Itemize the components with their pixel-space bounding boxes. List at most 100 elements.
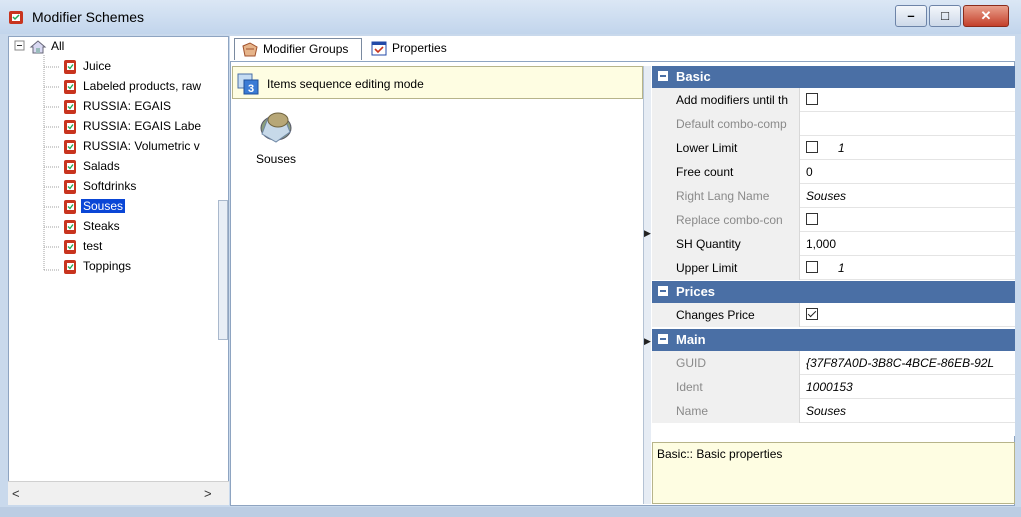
scheme-tree[interactable]: All Juice Labeled products, raw RUSSIA: EG… xyxy=(8,36,229,505)
tree-item-label: Softdrinks xyxy=(83,179,137,193)
splitter-arrow-icon[interactable]: ▶ xyxy=(644,228,651,239)
tree-item[interactable]: Souses xyxy=(59,197,227,215)
tree-item[interactable]: RUSSIA: EGAIS Labe xyxy=(59,117,227,135)
category-prices[interactable]: Prices xyxy=(652,281,1015,303)
splitter-arrow-icon[interactable]: ▶ xyxy=(644,336,651,347)
tree-item-label: Labeled products, raw xyxy=(83,79,202,93)
modifier-scheme-icon xyxy=(64,60,76,74)
property-value[interactable] xyxy=(834,88,1014,112)
property-value[interactable]: 1,000 xyxy=(802,232,1014,256)
property-name: Lower Limit xyxy=(652,136,800,160)
collapse-icon[interactable] xyxy=(658,334,668,344)
category-basic-label: Basic xyxy=(676,69,711,84)
property-value[interactable]: {37F87A0D-3B8C-4BCE-86EB-92L xyxy=(802,351,1014,375)
modifier-scheme-icon xyxy=(64,180,76,194)
category-main[interactable]: Main xyxy=(652,329,1015,351)
tree-item-label: Salads xyxy=(83,159,120,173)
tree-item[interactable]: Juice xyxy=(59,57,227,75)
property-row[interactable]: Default combo-comp xyxy=(652,112,1015,136)
property-name: Upper Limit xyxy=(652,256,800,280)
tree-item[interactable]: Steaks xyxy=(59,217,227,235)
property-grid: Basic Add modifiers until th Default comb… xyxy=(652,66,1015,436)
property-row[interactable]: Changes Price xyxy=(652,303,1015,327)
property-checkbox[interactable] xyxy=(806,308,818,320)
tree-horizontal-scrollbar[interactable]: < > xyxy=(8,481,229,505)
tab-strip: Modifier Groups Properties xyxy=(230,36,1015,62)
tab-modifier-groups[interactable]: Modifier Groups xyxy=(234,38,362,60)
property-value[interactable] xyxy=(802,112,1014,136)
property-checkbox[interactable] xyxy=(806,141,818,153)
modifier-group-item[interactable]: Souses xyxy=(248,104,308,174)
sequence-icon: 3 xyxy=(237,73,259,95)
window-title: Modifier Schemes xyxy=(32,9,145,25)
property-description: Basic:: Basic properties xyxy=(652,442,1015,504)
collapse-icon[interactable] xyxy=(658,286,668,296)
property-value[interactable]: 1000153 xyxy=(802,375,1014,399)
modifier-scheme-icon xyxy=(64,140,76,154)
property-name: Free count xyxy=(652,160,800,184)
property-name: Default combo-comp xyxy=(652,112,800,136)
minimize-button[interactable]: – xyxy=(895,5,927,27)
property-row[interactable]: Add modifiers until th xyxy=(652,88,1015,112)
maximize-button[interactable]: □ xyxy=(929,5,961,27)
sequence-mode-bar[interactable]: 3 Items sequence editing mode xyxy=(232,66,643,99)
property-checkbox[interactable] xyxy=(806,93,818,105)
property-checkbox[interactable] xyxy=(806,261,818,273)
category-main-label: Main xyxy=(676,332,706,347)
property-value[interactable]: Souses xyxy=(802,399,1014,423)
property-value[interactable]: 0 xyxy=(802,160,1014,184)
scroll-right-arrow[interactable]: > xyxy=(204,486,212,501)
panel-splitter[interactable] xyxy=(643,66,651,504)
property-name: Right Lang Name xyxy=(652,184,800,208)
modifier-scheme-icon xyxy=(64,120,76,134)
close-button[interactable]: ✕ xyxy=(963,5,1009,27)
property-row[interactable]: SH Quantity 1,000 xyxy=(652,232,1015,256)
property-row[interactable]: Upper Limit 1 xyxy=(652,256,1015,280)
property-value[interactable] xyxy=(834,303,1014,327)
home-icon xyxy=(29,40,47,54)
tree-item[interactable]: RUSSIA: EGAIS xyxy=(59,97,227,115)
modifier-scheme-icon xyxy=(64,200,76,214)
property-row[interactable]: Free count 0 xyxy=(652,160,1015,184)
property-row[interactable]: Replace combo-con xyxy=(652,208,1015,232)
property-checkbox[interactable] xyxy=(806,213,818,225)
modifier-scheme-icon xyxy=(64,240,76,254)
tree-root-all[interactable]: All xyxy=(27,37,147,55)
category-prices-label: Prices xyxy=(676,284,716,299)
svg-text:3: 3 xyxy=(248,83,254,95)
property-value[interactable] xyxy=(834,208,1014,232)
tree-item[interactable]: Toppings xyxy=(59,257,227,275)
modifier-scheme-icon xyxy=(64,260,76,274)
property-row[interactable]: Ident 1000153 xyxy=(652,375,1015,399)
modifier-groups-icon xyxy=(242,42,258,57)
scroll-left-arrow[interactable]: < xyxy=(12,486,20,501)
property-row[interactable]: GUID {37F87A0D-3B8C-4BCE-86EB-92L xyxy=(652,351,1015,375)
minimize-icon: – xyxy=(907,8,915,23)
tree-item[interactable]: Salads xyxy=(59,157,227,175)
property-value[interactable]: Souses xyxy=(802,184,1014,208)
property-name: Ident xyxy=(652,375,800,399)
tree-item[interactable]: RUSSIA: Volumetric v xyxy=(59,137,227,155)
tree-item[interactable]: Softdrinks xyxy=(59,177,227,195)
tree-item-label: RUSSIA: EGAIS xyxy=(83,99,172,113)
property-row[interactable]: Name Souses xyxy=(652,399,1015,423)
tree-item[interactable]: Labeled products, raw xyxy=(59,77,227,95)
property-row[interactable]: Lower Limit 1 xyxy=(652,136,1015,160)
property-value[interactable]: 1 xyxy=(834,136,1014,160)
category-basic[interactable]: Basic xyxy=(652,66,1015,88)
title-bar: Modifier Schemes – □ ✕ xyxy=(0,0,1021,34)
collapse-icon[interactable] xyxy=(658,71,668,81)
property-name: GUID xyxy=(652,351,800,375)
property-name: Replace combo-con xyxy=(652,208,800,232)
tree-item-label: Toppings xyxy=(83,259,132,273)
modifier-scheme-icon xyxy=(64,100,76,114)
tree-root-label: All xyxy=(51,39,65,53)
tree-item[interactable]: test xyxy=(59,237,227,255)
tab-properties-label: Properties xyxy=(392,41,447,55)
tab-properties[interactable]: Properties xyxy=(364,38,464,60)
modifier-group-label: Souses xyxy=(255,152,297,166)
property-row[interactable]: Right Lang Name Souses xyxy=(652,184,1015,208)
property-value[interactable]: 1 xyxy=(834,256,1014,280)
tree-scroll-handle[interactable] xyxy=(218,200,228,340)
modifier-scheme-icon xyxy=(64,220,76,234)
